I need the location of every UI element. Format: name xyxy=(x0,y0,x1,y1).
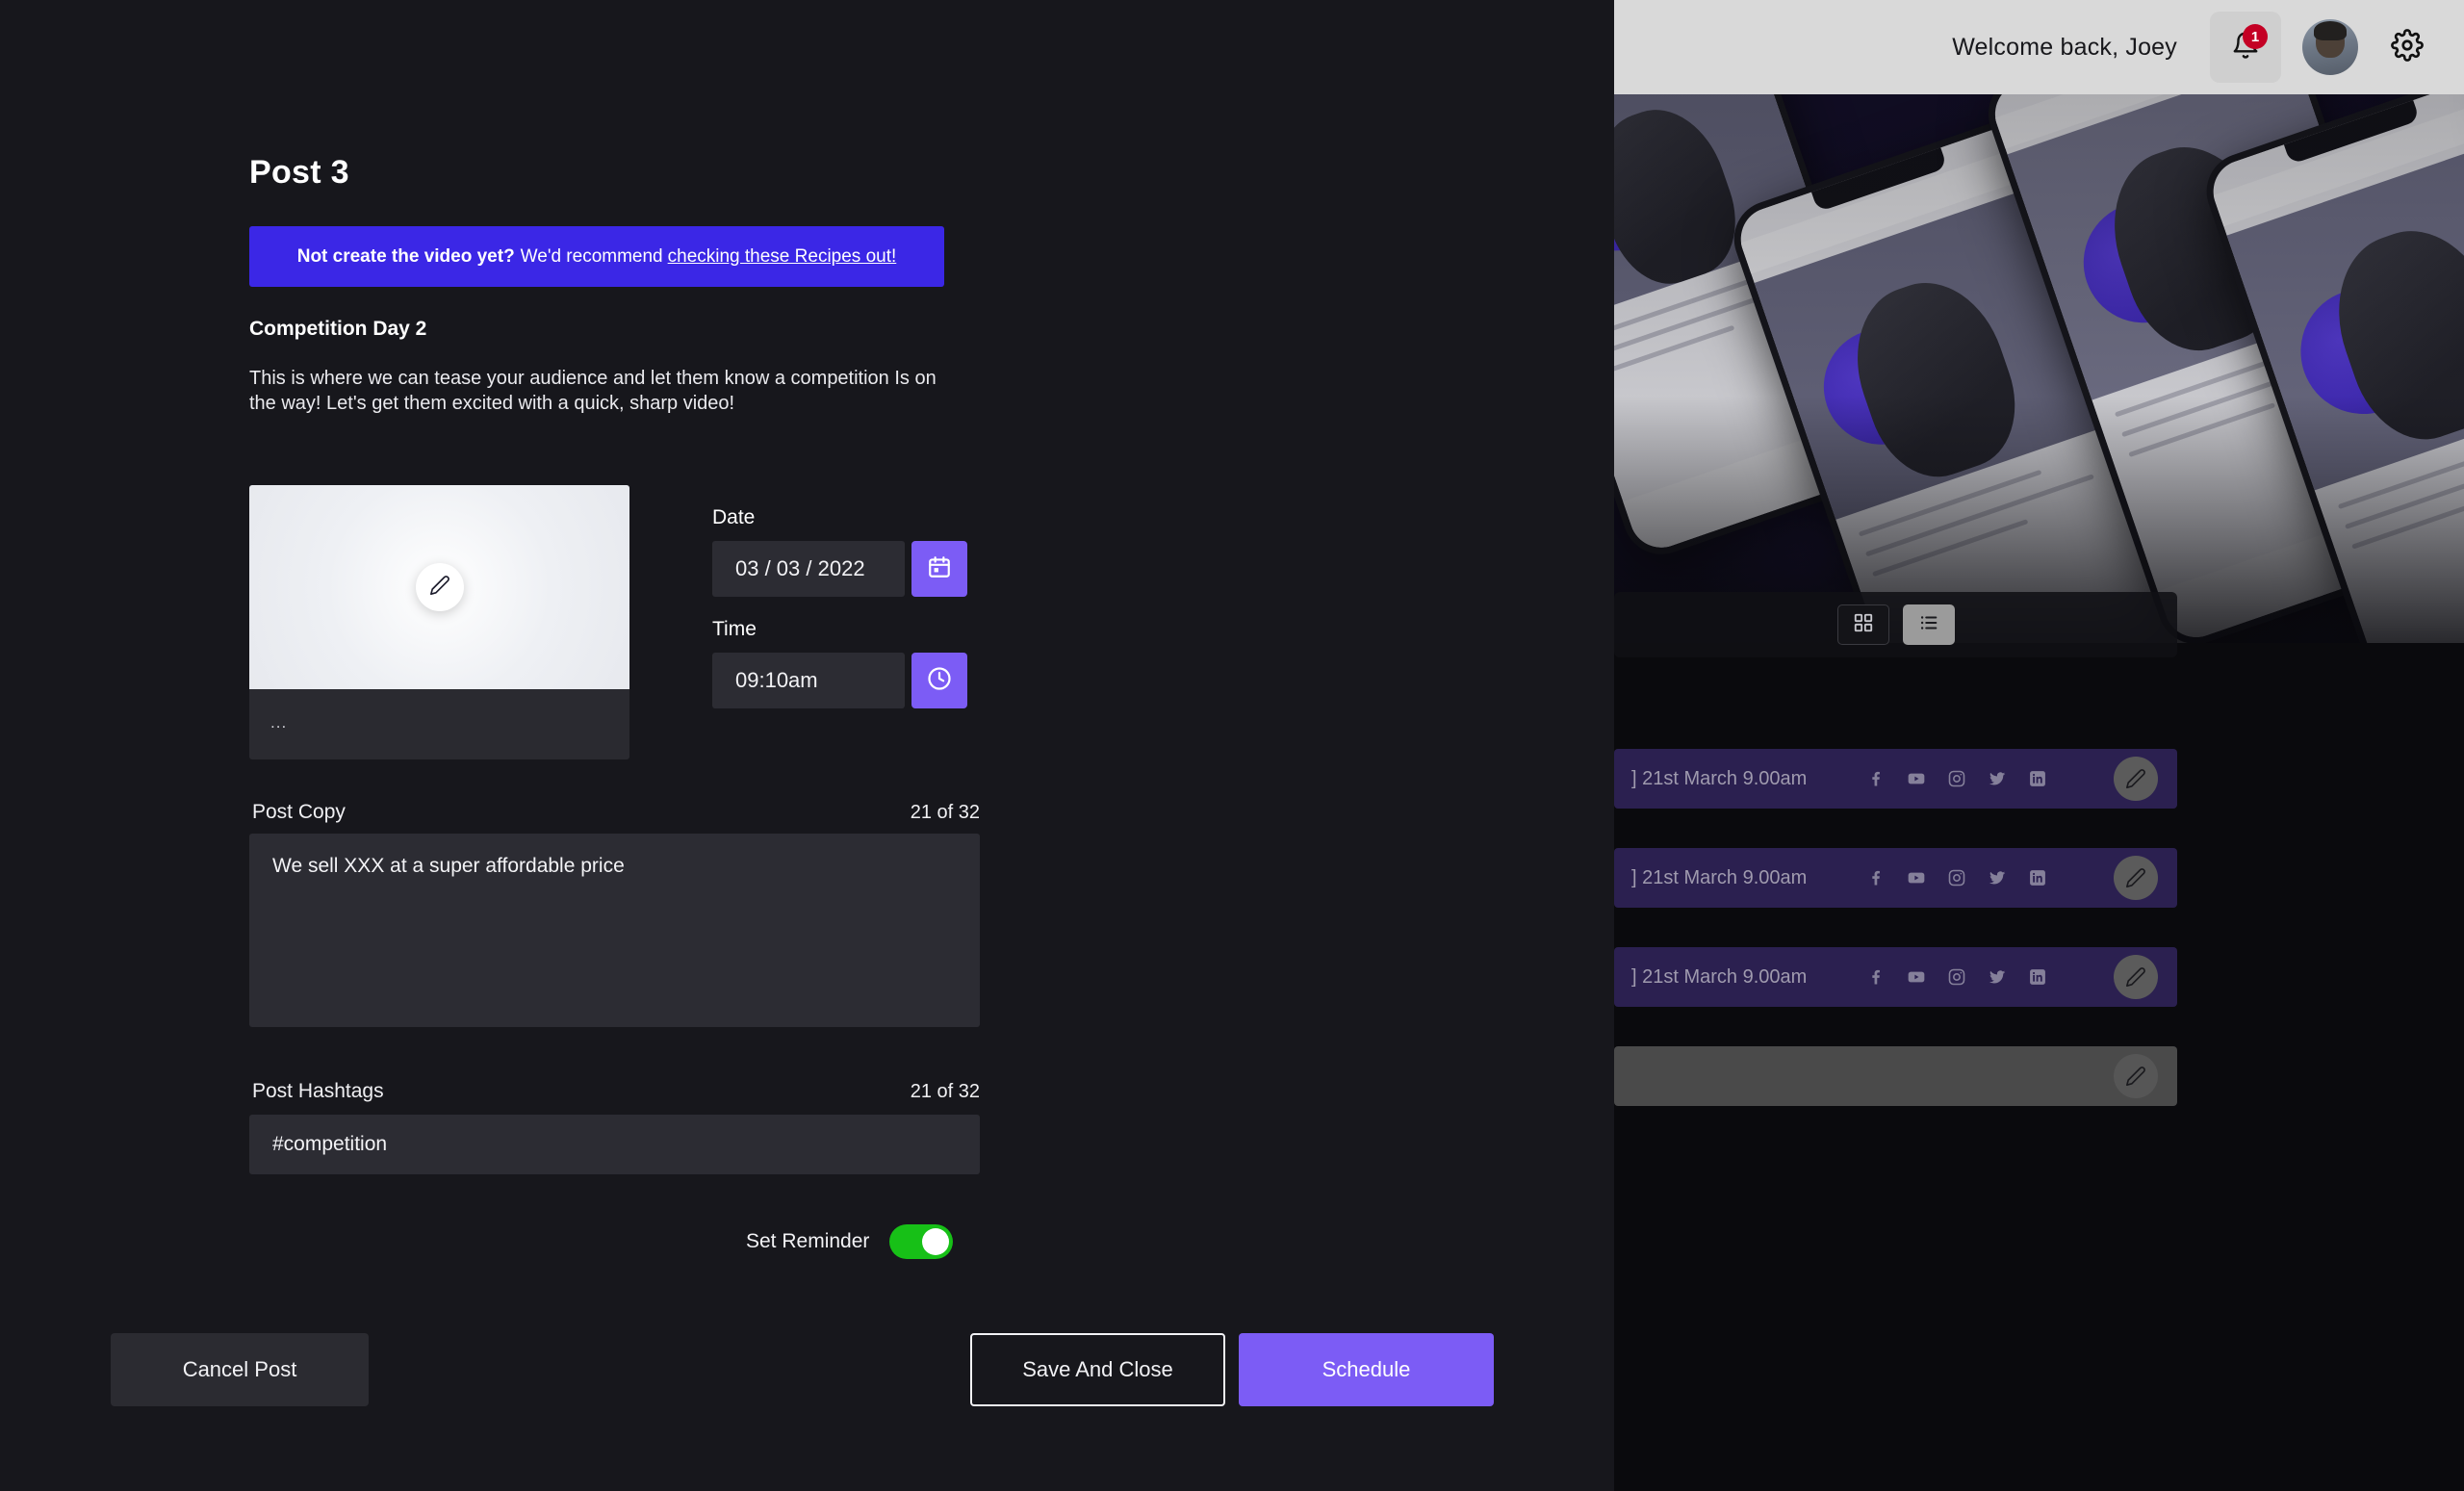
post-copy-input[interactable]: We sell XXX at a super affordable price xyxy=(249,834,980,1027)
grid-view-button[interactable] xyxy=(1836,604,1889,645)
facebook-icon xyxy=(1872,969,1881,985)
calendar-icon xyxy=(927,554,952,584)
social-icons xyxy=(1866,769,2047,788)
view-toggle-bar xyxy=(1614,592,2177,657)
twitter-icon xyxy=(1989,871,2006,885)
app-header: Welcome back, Joey 1 xyxy=(1614,0,2464,94)
post-description: This is where we can tease your audience… xyxy=(249,368,937,415)
edit-post-modal: Post 3 Not create the video yet? We'd re… xyxy=(0,0,1614,1491)
twitter-icon xyxy=(1989,772,2006,785)
youtube-icon xyxy=(1908,773,1925,784)
banner-text: We'd recommend xyxy=(520,245,663,267)
social-icons xyxy=(1866,967,2047,987)
time-label: Time xyxy=(712,618,757,640)
post-copy-label: Post Copy xyxy=(252,801,346,823)
edit-post-button[interactable] xyxy=(2114,955,2158,999)
set-reminder-row: Set Reminder xyxy=(746,1224,954,1259)
time-input[interactable]: 09:10am xyxy=(712,653,905,708)
table-row[interactable] xyxy=(1614,1046,2177,1106)
set-reminder-label: Set Reminder xyxy=(746,1230,870,1252)
linkedin-icon xyxy=(2030,969,2046,985)
post-hashtags-label: Post Hashtags xyxy=(252,1080,384,1102)
table-row[interactable]: ] 21st March 9.00am xyxy=(1614,749,2177,809)
post-copy-counter: 21 of 32 xyxy=(910,802,980,823)
post-schedule-time: ] 21st March 9.00am xyxy=(1631,866,1808,888)
hero-overlay xyxy=(1614,94,2464,643)
thumbnail-caption: ... xyxy=(270,713,288,732)
post-subtitle: Competition Day 2 xyxy=(249,318,427,340)
social-icons xyxy=(1866,868,2047,887)
post-schedule-time: ] 21st March 9.00am xyxy=(1631,965,1808,988)
linkedin-icon xyxy=(2030,771,2046,786)
list-view-button[interactable] xyxy=(1902,604,1955,645)
save-and-close-button[interactable]: Save And Close xyxy=(970,1333,1225,1406)
cancel-post-button[interactable]: Cancel Post xyxy=(111,1333,369,1406)
list-icon xyxy=(1917,612,1940,638)
youtube-icon xyxy=(1908,971,1925,983)
date-input[interactable]: 03 / 03 / 2022 xyxy=(712,541,905,597)
facebook-icon xyxy=(1872,870,1881,886)
schedule-button[interactable]: Schedule xyxy=(1239,1333,1494,1406)
pencil-icon xyxy=(2126,868,2145,887)
edit-post-button[interactable] xyxy=(2114,1054,2158,1098)
notifications-button[interactable]: 1 xyxy=(2210,12,2281,83)
instagram-icon xyxy=(1949,869,1965,887)
set-reminder-toggle[interactable] xyxy=(889,1224,954,1259)
welcome-message: Welcome back, Joey xyxy=(1952,33,2177,61)
page-title: Post 3 xyxy=(249,154,349,191)
youtube-icon xyxy=(1908,872,1925,884)
post-schedule-time: ] 21st March 9.00am xyxy=(1631,767,1808,789)
pencil-icon xyxy=(2126,967,2145,987)
pencil-icon xyxy=(2126,769,2145,788)
date-label: Date xyxy=(712,506,756,528)
recipes-link[interactable]: checking these Recipes out! xyxy=(668,246,897,268)
settings-button[interactable] xyxy=(2385,25,2429,69)
table-row[interactable]: ] 21st March 9.00am xyxy=(1614,947,2177,1007)
notification-badge: 1 xyxy=(2243,24,2268,49)
edit-post-button[interactable] xyxy=(2114,757,2158,801)
pencil-icon xyxy=(2126,1067,2145,1086)
time-picker-button[interactable] xyxy=(911,653,967,708)
grid-icon xyxy=(1853,612,1874,638)
recipes-banner: Not create the video yet? We'd recommend… xyxy=(249,226,944,287)
pencil-icon xyxy=(429,575,450,601)
post-hashtags-counter: 21 of 32 xyxy=(910,1081,980,1102)
gear-icon xyxy=(2391,28,2424,66)
post-list: ] 21st March 9.00am ] 21st March 9.00am xyxy=(1614,749,2177,1145)
instagram-icon xyxy=(1949,968,1965,986)
post-copy-header: Post Copy 21 of 32 xyxy=(252,801,980,824)
clock-icon xyxy=(926,665,953,697)
facebook-icon xyxy=(1872,771,1881,786)
post-hashtags-input[interactable]: #competition xyxy=(249,1115,980,1174)
post-hashtags-header: Post Hashtags 21 of 32 xyxy=(252,1080,980,1103)
edit-post-button[interactable] xyxy=(2114,856,2158,900)
avatar[interactable] xyxy=(2302,19,2358,75)
linkedin-icon xyxy=(2030,870,2046,886)
edit-thumbnail-button[interactable] xyxy=(415,563,464,611)
schedule-fields: Date 03 / 03 / 2022 Time 09:10am xyxy=(712,506,967,730)
post-thumbnail[interactable]: ... xyxy=(249,485,629,759)
banner-bold-text: Not create the video yet? xyxy=(296,245,515,267)
table-row[interactable]: ] 21st March 9.00am xyxy=(1614,848,2177,908)
screen-root: Welcome back, Joey 1] 21st March 9.00am… xyxy=(0,0,2464,1491)
calendar-picker-button[interactable] xyxy=(911,541,967,597)
instagram-icon xyxy=(1949,770,1965,787)
twitter-icon xyxy=(1989,970,2006,984)
hero-image xyxy=(1614,94,2464,643)
toggle-knob xyxy=(922,1228,950,1255)
